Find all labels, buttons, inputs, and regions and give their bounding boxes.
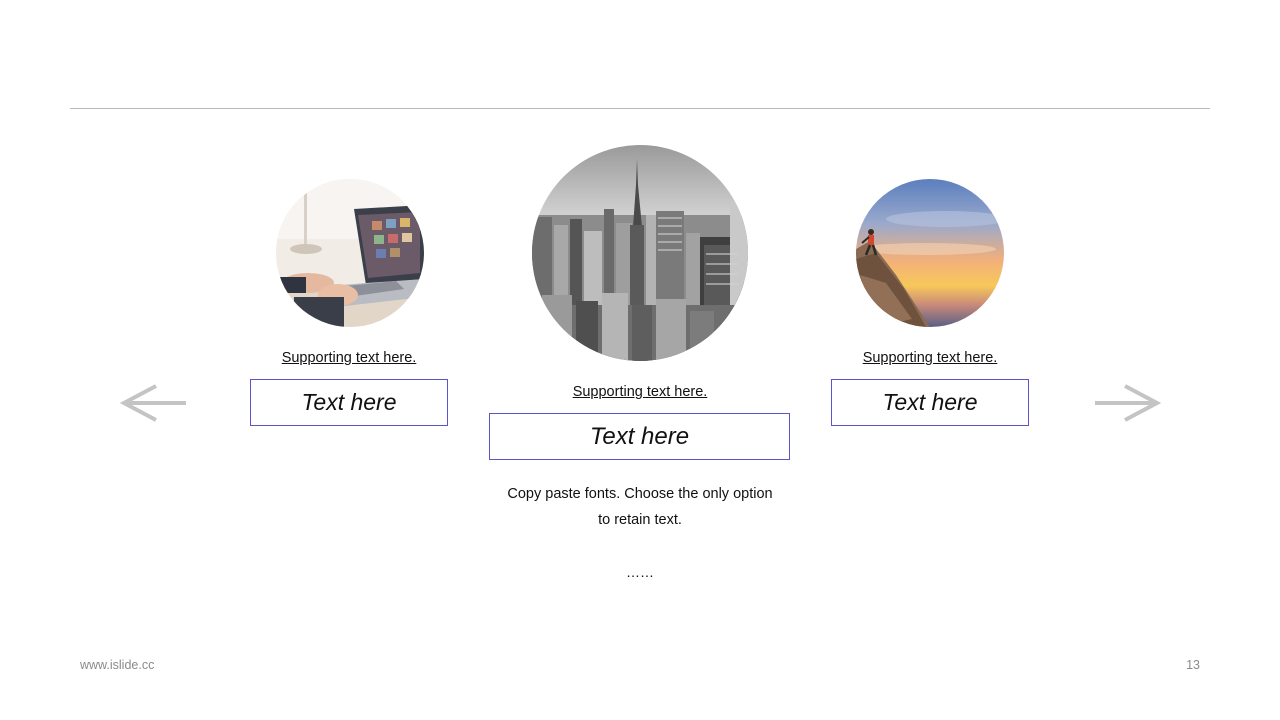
supporting-text-center: Supporting text here. <box>572 384 708 400</box>
title-box-center[interactable]: Text here <box>489 413 790 460</box>
laptop-photo <box>276 179 424 327</box>
body-text-line-2: to retain text. <box>598 512 682 528</box>
ellipsis-text: …… <box>626 564 654 580</box>
title-box-center-label: Text here <box>589 422 690 450</box>
title-box-right[interactable]: Text here <box>831 379 1029 426</box>
body-text-line-1: Copy paste fonts. Choose the only option <box>507 486 773 502</box>
city-skyline-photo <box>532 145 748 361</box>
arrow-right-icon[interactable] <box>1093 384 1162 422</box>
slide: Supporting text here. Supporting text he… <box>0 0 1280 720</box>
supporting-text-right: Supporting text here. <box>862 350 998 366</box>
footer-website: www.islide.cc <box>80 658 155 672</box>
body-text: Copy paste fonts. Choose the only option… <box>490 481 790 533</box>
title-box-right-label: Text here <box>882 389 978 415</box>
title-box-left[interactable]: Text here <box>250 379 448 426</box>
supporting-text-left: Supporting text here. <box>281 350 417 366</box>
arrow-left-icon[interactable] <box>119 384 188 422</box>
header-divider <box>70 108 1210 109</box>
climber-sunset-photo <box>856 179 1004 327</box>
page-number: 13 <box>1186 658 1200 672</box>
title-box-left-label: Text here <box>301 389 397 415</box>
